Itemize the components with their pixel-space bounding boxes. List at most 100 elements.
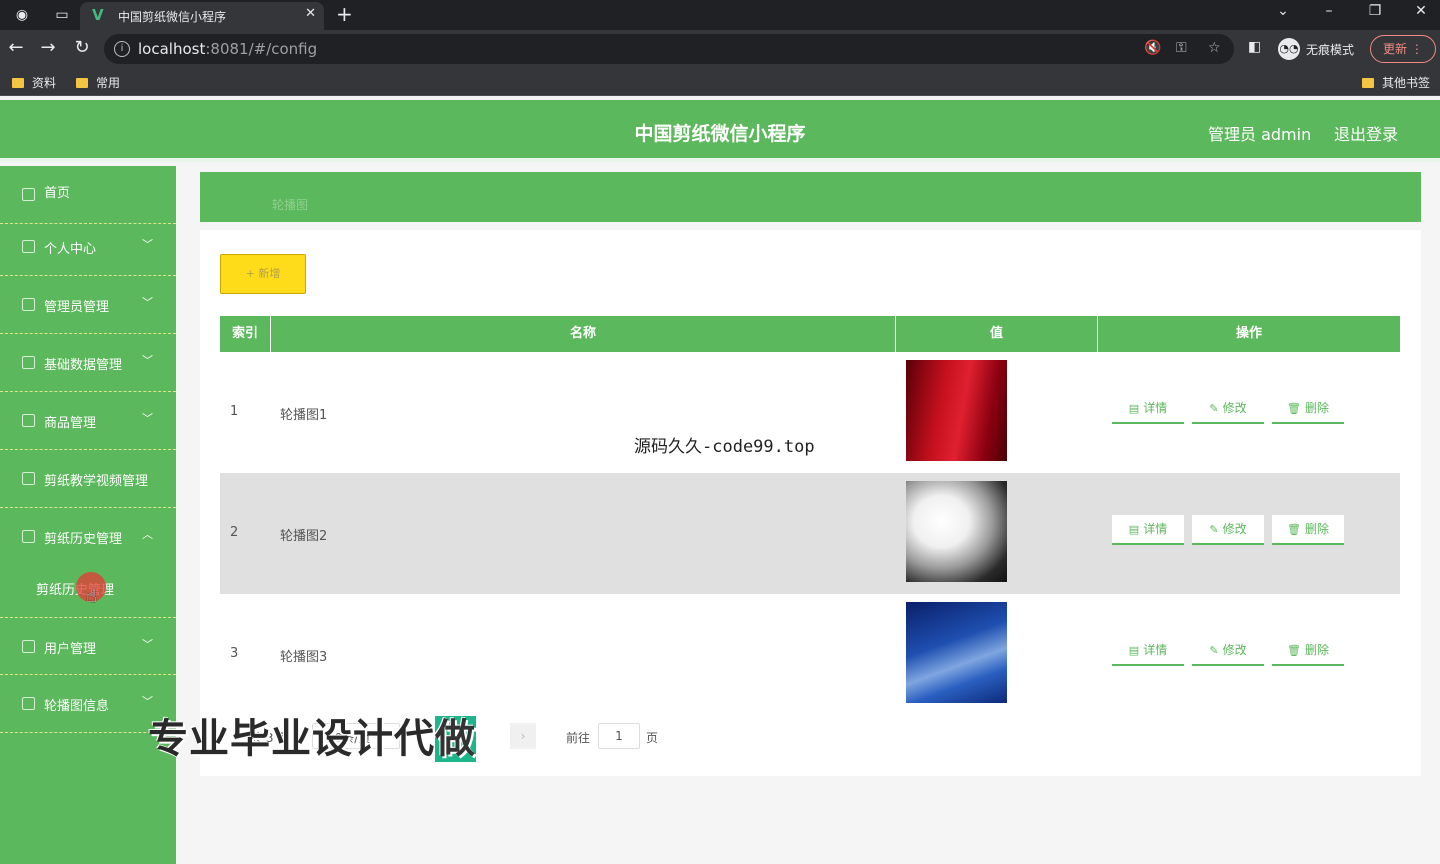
sidebar-item-products[interactable]: 商品管理 ﹀ xyxy=(0,392,176,450)
watermark-text: 源码久久-code99.top xyxy=(634,437,815,457)
row-index: 3 xyxy=(230,646,239,661)
trash-icon: 🗑 xyxy=(1287,644,1301,657)
folder-icon xyxy=(76,78,88,88)
sidebar-item-videos[interactable]: 剪纸教学视频管理 xyxy=(0,450,176,508)
detail-button[interactable]: ▤ 详情 xyxy=(1112,515,1184,545)
blocked-sound-icon[interactable]: 🔇 xyxy=(1144,40,1161,56)
update-button[interactable]: 更新 ⋮ xyxy=(1370,35,1436,63)
back-icon[interactable]: ← xyxy=(6,38,26,58)
home-icon xyxy=(22,188,35,201)
sidebar-item-history[interactable]: 剪纸历史管理 ︿ xyxy=(0,508,176,566)
detail-button[interactable]: ▤ 详情 xyxy=(1112,394,1184,424)
data-icon xyxy=(22,356,35,369)
minimize-icon[interactable]: – xyxy=(1318,3,1340,19)
bookmark-star-icon[interactable]: ☆ xyxy=(1208,40,1221,56)
url-text[interactable]: localhost:8081/#/config xyxy=(138,40,317,58)
pencil-icon: ✎ xyxy=(1209,644,1219,657)
carousel-thumbnail[interactable] xyxy=(906,360,1007,461)
page-suffix: 页 xyxy=(646,731,659,745)
row-name: 轮播图3 xyxy=(280,650,328,665)
tab-close-icon[interactable]: ✕ xyxy=(305,6,316,21)
pencil-icon: ✎ xyxy=(1209,402,1219,415)
column-header-value: 值 xyxy=(896,316,1098,352)
edit-button[interactable]: ✎ 修改 xyxy=(1192,515,1264,545)
tab-list-chevron-icon[interactable]: ⌄ xyxy=(1272,3,1294,19)
product-icon xyxy=(22,414,35,427)
table-header: 索引 名称 值 操作 xyxy=(220,316,1400,352)
next-page-icon[interactable]: › xyxy=(510,723,536,749)
bookmark-folder-2[interactable]: 常用 xyxy=(76,74,120,91)
content-card: + 新增 索引 名称 值 操作 1 轮播图1 ▤ 详情 ✎ 修改 🗑 删除 2 轮播图… xyxy=(200,230,1421,776)
edit-button[interactable]: ✎ 修改 xyxy=(1192,636,1264,666)
incognito-label: 无痕模式 xyxy=(1306,43,1355,57)
trash-icon: 🗑 xyxy=(1287,402,1301,415)
edit-button[interactable]: ✎ 修改 xyxy=(1192,394,1264,424)
delete-button[interactable]: 🗑 删除 xyxy=(1272,515,1344,545)
detail-button[interactable]: ▤ 详情 xyxy=(1112,636,1184,666)
sidebar-item-label: 用户管理 xyxy=(44,642,97,657)
users-icon xyxy=(22,640,35,653)
app-header: 中国剪纸微信小程序 管理员 admin 退出登录 xyxy=(0,100,1440,162)
chevron-down-icon: ﹀ xyxy=(142,238,153,251)
tab-title: 中国剪纸微信小程序 xyxy=(118,10,227,24)
browser-menu-icon[interactable]: ◉ xyxy=(12,5,32,25)
bookmarks-bar: 资料 常用 其他书签 xyxy=(0,68,1440,96)
restore-icon[interactable]: ❐ xyxy=(1364,3,1386,19)
table-row: 2 轮播图2 ▤ 详情 ✎ 修改 🗑 删除 xyxy=(220,473,1400,594)
side-panel-icon[interactable]: ◧ xyxy=(1248,39,1261,55)
sidebar-item-label: 首页 xyxy=(44,186,71,201)
new-tab-icon[interactable]: + xyxy=(336,2,353,26)
sidebar-item-users[interactable]: 用户管理 ﹀ xyxy=(0,617,176,675)
sidebar-item-label: 剪纸历史管理 xyxy=(44,532,123,547)
bookmark-folder-1[interactable]: 资料 xyxy=(12,74,56,91)
hand-cursor-icon: ☝ xyxy=(86,586,97,607)
close-window-icon[interactable]: ✕ xyxy=(1410,3,1432,19)
sidebar-item-label: 个人中心 xyxy=(44,242,97,257)
breadcrumb-bar: 轮播图 xyxy=(200,172,1421,222)
chevron-up-icon: ︿ xyxy=(142,528,153,541)
history-icon xyxy=(22,530,35,543)
browser-tab-active[interactable]: V 中国剪纸微信小程序 ✕ xyxy=(80,2,324,30)
reload-icon[interactable]: ↻ xyxy=(72,38,92,58)
admin-icon xyxy=(22,298,35,311)
video-icon xyxy=(22,472,35,485)
other-bookmarks[interactable]: 其他书签 xyxy=(1362,74,1430,91)
delete-button[interactable]: 🗑 删除 xyxy=(1272,636,1344,666)
pencil-icon: ✎ xyxy=(1209,523,1219,536)
incognito-icon[interactable]: ◔◔ xyxy=(1278,38,1300,60)
image-icon xyxy=(22,697,35,710)
breadcrumb[interactable]: 轮播图 xyxy=(272,196,308,213)
column-header-actions: 操作 xyxy=(1235,326,1262,341)
chevron-down-icon: ﹀ xyxy=(142,638,153,651)
sidebar-item-admin[interactable]: 管理员管理 ﹀ xyxy=(0,276,176,334)
chevron-down-icon: ﹀ xyxy=(142,296,153,309)
trash-icon: 🗑 xyxy=(1287,523,1301,536)
row-name: 轮播图2 xyxy=(280,529,328,544)
sidebar-item-basic-data[interactable]: 基础数据管理 ﹀ xyxy=(0,334,176,392)
browser-toolbar: ← → ↻ i localhost:8081/#/config 🔇 ⚿ ☆ ◧ … xyxy=(0,30,1440,68)
admin-label: 管理员 admin xyxy=(1208,125,1312,144)
sidebar-item-label: 管理员管理 xyxy=(44,300,110,315)
site-info-icon[interactable]: i xyxy=(114,41,130,57)
row-name: 轮播图1 xyxy=(280,408,328,423)
sidebar-item-home[interactable]: 首页 xyxy=(0,166,176,224)
sidebar-item-personal[interactable]: 个人中心 ﹀ xyxy=(0,218,176,276)
carousel-thumbnail[interactable] xyxy=(906,602,1007,703)
table-row: 3 轮播图3 ▤ 详情 ✎ 修改 🗑 删除 xyxy=(220,594,1400,715)
vue-favicon-icon: V xyxy=(92,6,104,24)
forward-icon[interactable]: → xyxy=(38,38,58,58)
document-icon: ▤ xyxy=(1128,402,1140,415)
add-button[interactable]: + 新增 xyxy=(220,254,306,294)
document-icon: ▤ xyxy=(1128,523,1140,536)
delete-button[interactable]: 🗑 删除 xyxy=(1272,394,1344,424)
sidebar-item-label: 基础数据管理 xyxy=(44,358,123,373)
page-number-input[interactable]: 1 xyxy=(598,723,640,749)
logout-link[interactable]: 退出登录 xyxy=(1334,121,1398,145)
tab-search-icon[interactable]: ▭ xyxy=(52,5,72,25)
address-bar[interactable]: i localhost:8081/#/config 🔇 ⚿ ☆ xyxy=(104,34,1234,64)
key-icon[interactable]: ⚿ xyxy=(1176,40,1187,56)
column-header-index: 索引 xyxy=(220,316,271,352)
carousel-thumbnail[interactable] xyxy=(906,481,1007,582)
chevron-down-icon: ﹀ xyxy=(142,412,153,425)
sidebar-item-label: 商品管理 xyxy=(44,416,97,431)
